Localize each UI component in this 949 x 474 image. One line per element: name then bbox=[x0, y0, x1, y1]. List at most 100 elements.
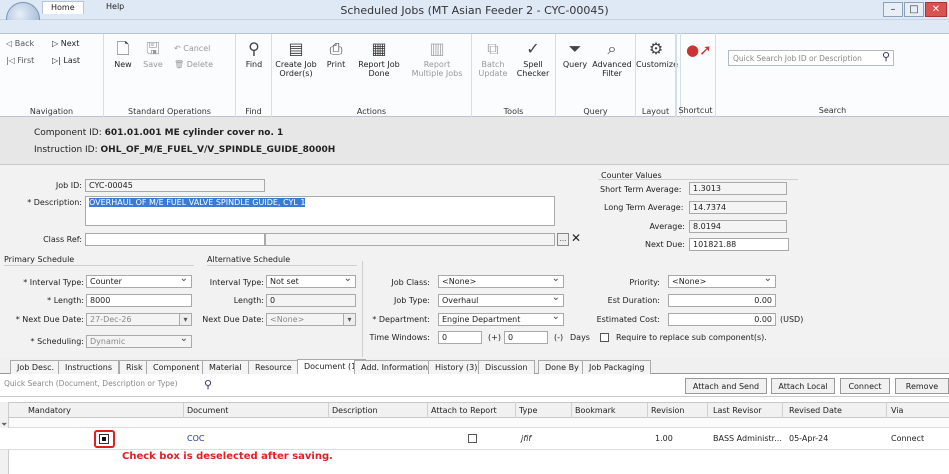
tab-home[interactable]: Home bbox=[42, 1, 84, 14]
tab-job-packaging[interactable]: Job Packaging bbox=[582, 360, 652, 374]
create-job-order-button[interactable]: ▤ Create Job Order(s) bbox=[274, 40, 318, 79]
long-term-label: Long Term Average: bbox=[604, 203, 684, 212]
replace-subcomponent-checkbox[interactable] bbox=[600, 333, 609, 342]
delete-button[interactable]: 🗑 Delete bbox=[174, 60, 213, 69]
print-button[interactable]: ⎙ Print bbox=[324, 40, 348, 70]
average-label: Average: bbox=[649, 222, 685, 231]
col-type[interactable]: Type bbox=[519, 406, 537, 415]
col-attach-to-report[interactable]: Attach to Report bbox=[431, 406, 497, 415]
job-class-label: Job Class: bbox=[391, 278, 430, 287]
length-field[interactable]: 8000 bbox=[86, 294, 192, 307]
next-button[interactable]: ▷ Next bbox=[52, 39, 79, 48]
search-icon[interactable]: ⚲ bbox=[204, 378, 212, 391]
tab-job-desc[interactable]: Job Desc. bbox=[10, 360, 62, 374]
advanced-filter-icon: ⌕ bbox=[607, 39, 617, 58]
length-label: * Length: bbox=[47, 296, 84, 305]
estimated-cost-label: Estimated Cost: bbox=[596, 315, 660, 324]
next-due-value[interactable]: 101821.88 bbox=[689, 238, 789, 251]
tab-instructions[interactable]: Instructions bbox=[58, 360, 119, 374]
short-term-label: Short Term Average: bbox=[600, 185, 682, 194]
save-button[interactable]: 🖫 Save bbox=[140, 40, 166, 70]
group-navigation: ◁ Back ▷ Next |◁ First ▷| Last Navigatio… bbox=[0, 34, 104, 118]
table-row[interactable]: COC jfif 1.00 BASS Administr... 05-Apr-2… bbox=[0, 428, 949, 450]
col-sep bbox=[571, 403, 572, 419]
batch-update-button[interactable]: ⧉ Batch Update bbox=[478, 40, 508, 79]
spell-checker-button[interactable]: ✓ Spell Checker bbox=[514, 39, 552, 79]
first-button[interactable]: |◁ First bbox=[6, 56, 34, 65]
tab-risk[interactable]: Risk bbox=[119, 360, 150, 374]
time-window-minus-field[interactable]: 0 bbox=[438, 331, 482, 344]
minimize-button[interactable]: – bbox=[883, 2, 903, 17]
group-standard: 🗋 New 🖫 Save ↶ Cancel 🗑 Delete Standard Op… bbox=[104, 34, 236, 118]
filter-row[interactable] bbox=[0, 418, 949, 428]
department-select[interactable]: Engine Department bbox=[438, 313, 564, 326]
col-bookmark[interactable]: Bookmark bbox=[575, 406, 616, 415]
connect-button[interactable]: Connect bbox=[840, 378, 890, 394]
tab-discussion[interactable]: Discussion bbox=[478, 360, 535, 374]
alt-length-field[interactable]: 0 bbox=[266, 294, 356, 307]
priority-select[interactable]: <None> bbox=[668, 275, 776, 288]
next-due-label: Next Due: bbox=[644, 240, 685, 249]
tab-add-information[interactable]: Add. Information bbox=[354, 360, 435, 374]
report-multiple-jobs-button[interactable]: ▥ Report Multiple Jobs bbox=[408, 40, 466, 79]
quick-search-input[interactable]: Quick Search Job ID or Description bbox=[728, 50, 894, 66]
group-query: ⏷ Query ⌕ Advanced Filter Query bbox=[556, 34, 636, 118]
maximize-button[interactable]: □ bbox=[904, 2, 924, 17]
scheduling-select[interactable]: Dynamic bbox=[86, 335, 192, 348]
col-sep bbox=[647, 403, 648, 419]
group-label: Search bbox=[818, 106, 847, 115]
search-icon[interactable]: ⚲ bbox=[882, 50, 890, 63]
col-revised-date[interactable]: Revised Date bbox=[789, 406, 842, 415]
job-id-field[interactable]: CYC-00045 bbox=[85, 179, 265, 192]
cell-document[interactable]: COC bbox=[187, 434, 204, 443]
report-job-done-button[interactable]: ▦ Report Job Done bbox=[356, 40, 402, 79]
class-ref-field[interactable] bbox=[85, 233, 265, 246]
col-mandatory[interactable]: Mandatory bbox=[28, 406, 71, 415]
remove-button[interactable]: Remove bbox=[895, 378, 949, 394]
last-button[interactable]: ▷| Last bbox=[52, 56, 80, 65]
col-last-revisor[interactable]: Last Revisor bbox=[713, 406, 762, 415]
document-search-input[interactable]: Quick Search (Document, Description or T… bbox=[4, 379, 220, 393]
col-description[interactable]: Description bbox=[332, 406, 378, 415]
col-revision[interactable]: Revision bbox=[651, 406, 684, 415]
attach-and-send-button[interactable]: Attach and Send bbox=[685, 378, 767, 394]
tab-resource[interactable]: Resource bbox=[248, 360, 299, 374]
last-icon: ▷| bbox=[52, 56, 61, 65]
tab-help[interactable]: Help bbox=[98, 1, 132, 14]
time-window-plus-field[interactable]: 0 bbox=[504, 331, 548, 344]
back-button[interactable]: ◁ Back bbox=[6, 39, 34, 48]
find-button[interactable]: ⚲ Find bbox=[240, 40, 268, 70]
interval-type-select[interactable]: Counter bbox=[86, 275, 192, 288]
attach-local-button[interactable]: Attach Local bbox=[771, 378, 835, 394]
new-button[interactable]: 🗋 New bbox=[110, 39, 136, 70]
advanced-filter-button[interactable]: ⌕ Advanced Filter bbox=[592, 39, 632, 79]
alt-next-due-field[interactable]: <None> bbox=[266, 313, 356, 326]
cancel-button[interactable]: ↶ Cancel bbox=[174, 44, 210, 53]
browse-button[interactable]: ... bbox=[557, 233, 569, 246]
est-duration-field[interactable]: 0.00 bbox=[668, 294, 776, 307]
job-form: Job ID: CYC-00045 * Description: OVERHAU… bbox=[0, 165, 949, 367]
mandatory-checkbox[interactable] bbox=[99, 434, 109, 444]
col-sep bbox=[886, 403, 887, 419]
estimated-cost-field[interactable]: 0.00 bbox=[668, 313, 776, 326]
tab-done-by[interactable]: Done By bbox=[538, 360, 586, 374]
next-due-date-field[interactable]: 27-Dec-26 bbox=[86, 313, 192, 326]
job-type-select[interactable]: Overhaul bbox=[438, 294, 564, 307]
attach-to-report-checkbox[interactable] bbox=[468, 434, 477, 443]
description-field[interactable]: OVERHAUL OF M/E FUEL VALVE SPINDLE GUIDE… bbox=[85, 196, 555, 226]
group-shortcut: ●➚ Shortcut bbox=[676, 33, 716, 117]
tab-history[interactable]: History (3) bbox=[428, 360, 485, 374]
close-button[interactable]: ✕ bbox=[925, 2, 947, 17]
spell-check-icon: ✓ bbox=[526, 39, 540, 58]
new-doc-icon: 🗋 bbox=[116, 39, 130, 58]
shortcut-icon[interactable]: ●➚ bbox=[686, 41, 712, 59]
job-class-select[interactable]: <None> bbox=[438, 275, 564, 288]
tab-component[interactable]: Component bbox=[146, 360, 207, 374]
query-button[interactable]: ⏷ Query bbox=[562, 40, 588, 70]
alt-interval-select[interactable]: Not set bbox=[266, 275, 356, 288]
clear-icon[interactable]: ✕ bbox=[570, 231, 582, 245]
group-label: Query bbox=[583, 107, 608, 116]
col-document[interactable]: Document bbox=[187, 406, 228, 415]
col-via[interactable]: Via bbox=[891, 406, 903, 415]
tab-material[interactable]: Material bbox=[202, 360, 249, 374]
